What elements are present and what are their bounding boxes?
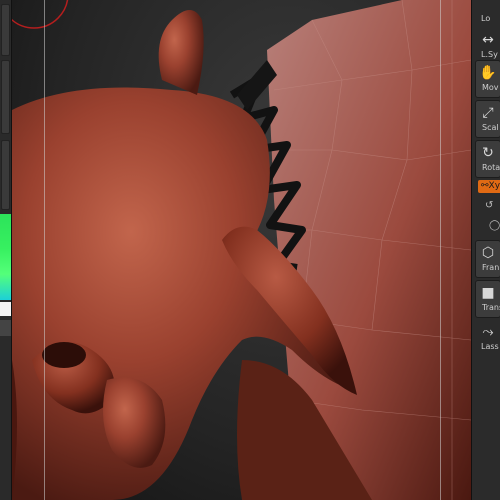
left-strip-button[interactable] [1, 60, 10, 134]
scale-button[interactable]: ⤢ Scal [475, 100, 500, 138]
local-button[interactable]: ​ Lo [475, 0, 500, 30]
hand-move-icon: ✋ [479, 65, 497, 81]
rotate-label: Rota [482, 163, 500, 172]
viewport-guide-line [440, 0, 441, 500]
transparency-button[interactable]: ■ Trans [475, 280, 500, 318]
sculpt-model [12, 0, 471, 500]
local-symmetry-arrows-icon: ↔ [482, 32, 494, 48]
3d-viewport[interactable] [12, 0, 471, 500]
move-label: Mov [482, 83, 499, 92]
left-tool-strip [0, 0, 12, 500]
transparency-icon: ■ [481, 285, 495, 301]
frame-cube-icon: ⬡ [481, 245, 495, 261]
axis-z-icon[interactable]: ◯ [489, 220, 500, 231]
right-tool-shelf: ​ Lo ↔ L.Sy ✋ Mov ⤢ Scal ↻ Rota ↺ ◯ ⬡ Fr… [471, 0, 500, 500]
xyz-axis-icon: ⚯ [481, 181, 489, 191]
rotate-icon: ↻ [482, 145, 494, 161]
scale-icon: ⤢ [482, 105, 494, 121]
secondary-color-swatch[interactable] [0, 320, 11, 336]
frame-button[interactable]: ⬡ Fran [475, 240, 500, 278]
local-label: Lo [481, 14, 491, 23]
lasso-icon: ⤳ [482, 324, 494, 340]
lsym-label: L.Sy [481, 50, 498, 59]
transparency-label: Trans [482, 303, 500, 312]
axis-y-icon[interactable]: ↺ [485, 200, 493, 211]
xyz-label: Xy [488, 181, 500, 191]
local-symmetry-icon: ​ [475, 0, 500, 14]
brush-cursor-circle [12, 0, 69, 29]
xyz-axis-toggle[interactable]: ⚯Xy [478, 180, 500, 193]
viewport-guide-line [44, 0, 45, 500]
main-color-swatch[interactable] [0, 302, 11, 316]
lasso-button[interactable]: ⤳ Lass [475, 320, 500, 358]
left-strip-button[interactable] [1, 140, 10, 210]
lasso-label: Lass [481, 342, 499, 351]
color-picker-swatch[interactable] [0, 214, 11, 300]
frame-label: Fran [482, 263, 500, 272]
move-button[interactable]: ✋ Mov [475, 60, 500, 98]
rotate-button[interactable]: ↻ Rota [475, 140, 500, 178]
scale-label: Scal [482, 123, 499, 132]
left-strip-button[interactable] [1, 4, 10, 56]
